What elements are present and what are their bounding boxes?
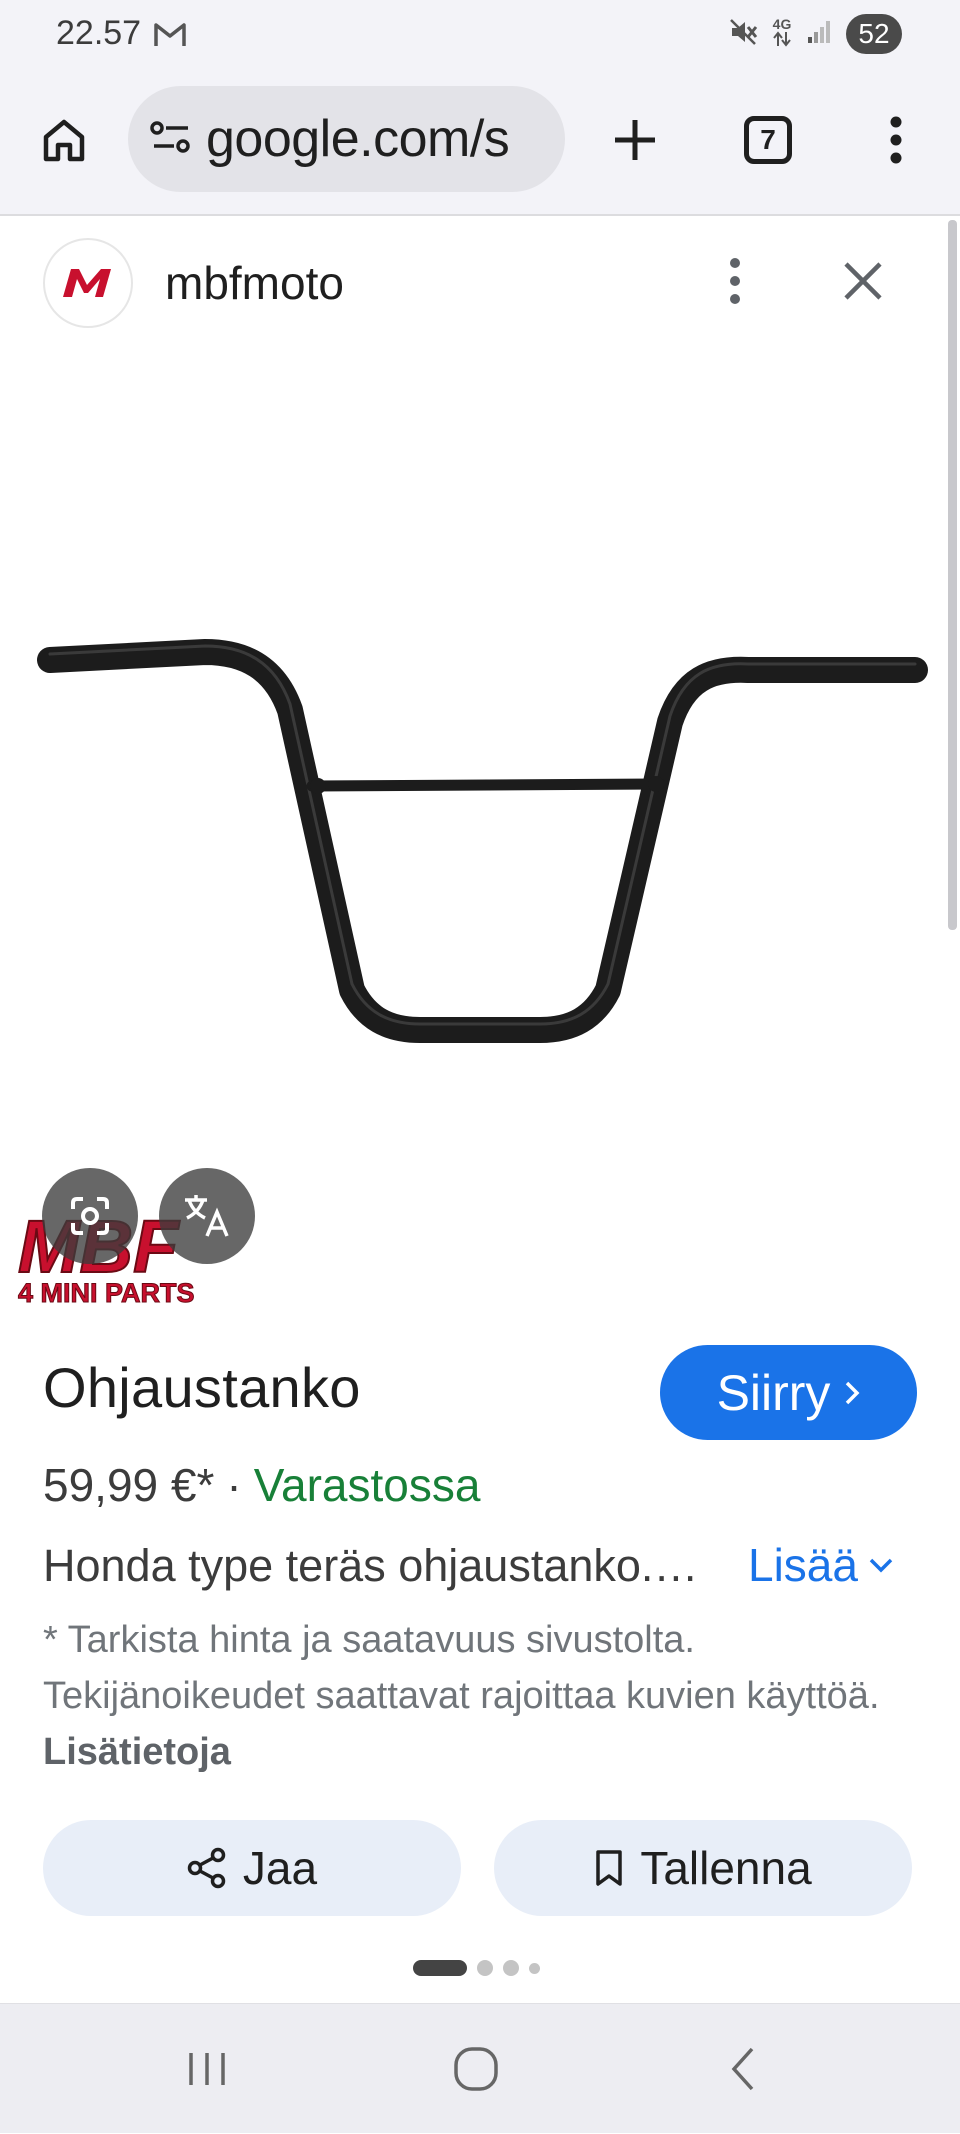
- system-nav-bar: [0, 2003, 960, 2133]
- image-pager: [413, 1960, 540, 1976]
- product-title: Ohjaustanko: [43, 1356, 361, 1419]
- network-type: 4G: [772, 15, 792, 32]
- price: 59,99 €*: [43, 1459, 215, 1511]
- chevron-down-icon: [869, 1558, 893, 1573]
- share-label: Jaa: [242, 1842, 318, 1894]
- menu-icon[interactable]: [856, 100, 936, 180]
- new-tab-icon[interactable]: [595, 100, 675, 180]
- handlebar-image: MBF 4 MINI PARTS: [17, 639, 928, 1309]
- site-name[interactable]: mbfmoto: [165, 256, 344, 310]
- chevron-right-icon: [846, 1381, 860, 1404]
- site-settings-icon[interactable]: [150, 119, 192, 160]
- visit-site-button[interactable]: Siirry: [660, 1345, 917, 1440]
- pager-dot[interactable]: [503, 1960, 519, 1976]
- google-lens-icon[interactable]: [42, 1168, 138, 1264]
- separator: ·: [226, 1459, 242, 1511]
- status-bar: 22.57 4G 52: [0, 0, 960, 70]
- more-vert-icon[interactable]: [700, 246, 770, 316]
- browser-toolbar: google.com/s 7: [0, 70, 960, 216]
- status-time: 22.57: [56, 14, 142, 52]
- visit-label: Siirry: [716, 1364, 831, 1421]
- home-icon[interactable]: [24, 100, 104, 180]
- share-icon: [187, 1847, 226, 1889]
- more-button[interactable]: Lisää: [748, 1538, 894, 1592]
- pager-dot[interactable]: [477, 1960, 493, 1976]
- save-label: Tallenna: [640, 1842, 812, 1894]
- product-description: Honda type teräs ohjaustanko.…: [43, 1540, 699, 1591]
- stock-status: Varastossa: [253, 1459, 481, 1511]
- url-text[interactable]: google.com/s: [206, 109, 510, 169]
- price-line: 59,99 €* · Varastossa: [43, 1458, 480, 1512]
- tab-count: 7: [744, 116, 792, 164]
- battery-indicator: 52: [846, 14, 902, 54]
- pager-dot[interactable]: [529, 1962, 540, 1974]
- result-sheet-header: mbfmoto: [0, 216, 946, 346]
- more-label: Lisää: [748, 1539, 858, 1591]
- home-nav-icon[interactable]: [406, 2004, 546, 2134]
- address-bar[interactable]: google.com/s: [128, 86, 565, 192]
- save-button[interactable]: Tallenna: [494, 1820, 912, 1916]
- data-arrows-icon: 4G: [772, 17, 792, 52]
- share-button[interactable]: Jaa: [43, 1820, 461, 1916]
- translate-icon[interactable]: [159, 1168, 255, 1264]
- bookmark-icon: [596, 1850, 623, 1886]
- disclaimer-text: * Tarkista hinta ja saatavuus sivustolta…: [43, 1619, 880, 1717]
- back-icon[interactable]: [673, 2004, 813, 2134]
- recent-apps-icon[interactable]: [137, 2004, 277, 2134]
- disclaimer: * Tarkista hinta ja saatavuus sivustolta…: [43, 1612, 913, 1780]
- gmail-icon: [153, 20, 187, 53]
- tab-switcher-button[interactable]: 7: [728, 100, 808, 180]
- watermark-sub: 4 MINI PARTS: [18, 1278, 195, 1308]
- site-favicon[interactable]: [43, 238, 133, 328]
- mbf-logo-icon: [63, 269, 111, 297]
- scrollbar[interactable]: [948, 220, 957, 930]
- mute-icon: [728, 17, 758, 52]
- status-icons: 4G 52: [728, 14, 902, 54]
- signal-icon: [806, 19, 832, 50]
- learn-more-link[interactable]: Lisätietoja: [43, 1731, 231, 1773]
- product-image[interactable]: MBF 4 MINI PARTS: [0, 350, 946, 1330]
- pager-dot-active[interactable]: [413, 1960, 467, 1976]
- close-icon[interactable]: [828, 246, 898, 316]
